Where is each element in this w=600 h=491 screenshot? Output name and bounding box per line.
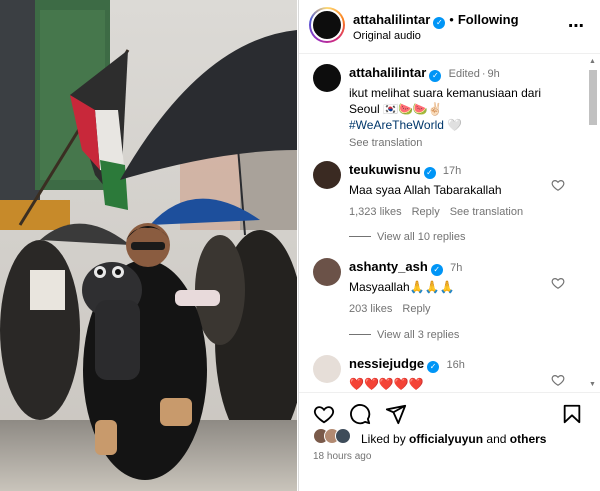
caption-text-line1: ikut melihat suara kemanusiaan dari [349, 86, 542, 100]
following-button[interactable]: Following [458, 12, 519, 27]
verified-badge-icon: ✓ [433, 17, 446, 29]
author-username[interactable]: attahalilintar [353, 12, 430, 27]
like-comment-heart-icon[interactable] [551, 178, 565, 192]
caption-avatar[interactable] [313, 64, 341, 92]
verified-badge-icon: ✓ [427, 361, 440, 373]
comment-head: ashanty_ash ✓ 7h [349, 259, 569, 276]
separator-dot: · [481, 68, 486, 80]
save-bookmark-icon[interactable] [561, 403, 583, 425]
author-line: attahalilintar ✓ • Following [353, 12, 519, 29]
verified-badge-icon: ✓ [430, 264, 443, 276]
scroll-up-arrow-icon[interactable]: ▲ [589, 58, 596, 65]
view-replies-button[interactable]: View all 10 replies [349, 231, 465, 243]
liked-by-text: Liked by officialyuyun and others [361, 432, 546, 446]
comment-text: Maa syaa Allah Tabarakallah [349, 183, 502, 197]
comment-username[interactable]: teukuwisnu [349, 162, 421, 177]
comment-meta: 203 likes Reply [349, 301, 569, 317]
avatar [335, 428, 351, 444]
comment-head: nessiejudge ✓ 16h [349, 356, 569, 373]
comment-username[interactable]: nessiejudge [349, 356, 424, 371]
see-translation-link[interactable]: See translation [349, 135, 569, 151]
share-paper-plane-icon[interactable] [385, 403, 407, 425]
comment-text: Masyaallah🙏🙏🙏 [349, 280, 455, 294]
like-heart-icon[interactable] [313, 403, 335, 425]
hashtag-link[interactable]: #WeAreTheWorld [349, 118, 444, 132]
verified-badge-icon: ✓ [423, 167, 436, 179]
comments-scrollbar[interactable]: ▲ ▼ [588, 58, 598, 388]
reply-button[interactable]: Reply [402, 303, 430, 315]
view-replies-button[interactable]: View all 3 replies [349, 329, 459, 341]
comment-meta: 1,323 likes Reply See translation [349, 204, 569, 220]
caption-time: 9h [487, 68, 500, 80]
video-frame [0, 0, 297, 491]
post-header: attahalilintar ✓ • Following Original audio… [299, 0, 600, 54]
scroll-down-arrow-icon[interactable]: ▼ [589, 381, 596, 388]
like-comment-heart-icon[interactable] [551, 276, 565, 290]
comments-list[interactable]: attahalilintar ✓ Edited · 9h ikut melihat s… [299, 55, 600, 390]
caption-edited: Edited [448, 68, 480, 80]
author-avatar[interactable] [309, 7, 345, 43]
comment-likes[interactable]: 1,323 likes [349, 206, 402, 218]
caption-head: attahalilintar ✓ Edited · 9h [349, 65, 569, 82]
comment: ashanty_ash ✓ 7h Masyaallah🙏🙏🙏 203 likes R… [349, 259, 569, 317]
caption-text-line2: Seoul 🇰🇷🍉🍉✌🏻 [349, 102, 443, 116]
white-heart-emoji: 🤍 [447, 118, 463, 132]
caption-hashtag-line: #WeAreTheWorld 🤍 [349, 117, 569, 133]
liked-by-others-link[interactable]: others [510, 432, 547, 446]
comment-username[interactable]: ashanty_ash [349, 259, 428, 274]
scroll-thumb[interactable] [589, 70, 597, 125]
liked-by-and: and [486, 432, 507, 446]
replies-line [349, 236, 371, 237]
reply-button[interactable]: Reply [412, 206, 440, 218]
separator-dot: • [449, 12, 454, 27]
comment-time: 7h [450, 262, 463, 274]
comment: nessiejudge ✓ 16h ❤️❤️❤️❤️❤️ [349, 356, 569, 390]
comment-head: teukuwisnu ✓ 17h [349, 162, 569, 179]
replies-line [349, 334, 371, 335]
comment-avatar[interactable] [313, 355, 341, 383]
see-translation-link[interactable]: See translation [450, 206, 523, 218]
more-options-icon[interactable]: ⋯ [568, 16, 585, 36]
verified-badge-icon: ✓ [429, 70, 442, 82]
comment-bubble-icon[interactable] [349, 403, 371, 425]
post-video[interactable] [0, 0, 297, 491]
liked-by-user-link[interactable]: officialyuyun [409, 432, 483, 446]
comment-time: 17h [442, 165, 462, 177]
comment: teukuwisnu ✓ 17h Maa syaa Allah Tabarakal… [349, 162, 569, 220]
comment-likes[interactable]: 203 likes [349, 303, 392, 315]
post-side-panel: attahalilintar ✓ • Following Original audio… [298, 0, 600, 491]
post-timestamp[interactable]: 18 hours ago [313, 451, 371, 462]
original-audio-link[interactable]: Original audio [353, 30, 421, 42]
comment-avatar[interactable] [313, 258, 341, 286]
caption: attahalilintar ✓ Edited · 9h ikut melihat s… [349, 65, 569, 151]
comment-time: 16h [446, 359, 465, 371]
comment-avatar[interactable] [313, 161, 341, 189]
liked-by-prefix: Liked by [361, 432, 406, 446]
like-comment-heart-icon[interactable] [551, 373, 565, 387]
comment-text: ❤️❤️❤️❤️❤️ [349, 377, 424, 390]
caption-username[interactable]: attahalilintar [349, 65, 426, 80]
